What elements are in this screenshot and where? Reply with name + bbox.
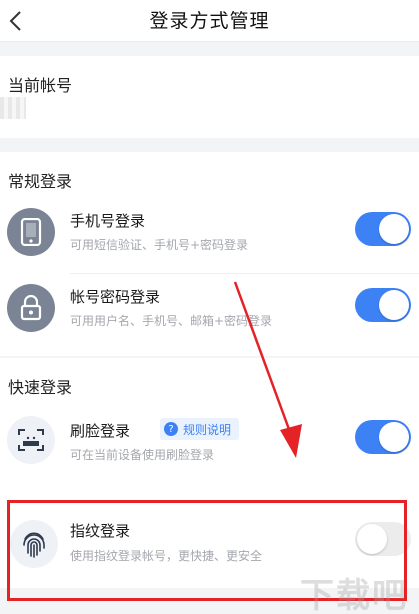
list-item-phone-login: 手机号登录 可用短信验证、手机号+密码登录 [0,190,419,274]
navigation-bar: 登录方式管理 [0,0,419,42]
password-login-description: 可用用户名、手机号、邮箱+密码登录 [70,314,273,328]
fingerprint-login-title: 指纹登录 [70,522,131,540]
rules-info-badge[interactable]: ? 规则说明 [160,418,240,440]
rules-info-label: 规则说明 [183,422,232,437]
fingerprint-login-toggle[interactable] [355,522,411,556]
account-section: 当前帐号 [0,56,419,138]
phone-icon [7,208,55,256]
list-item-password-login: 帐号密码登录 可用用户名、手机号、邮箱+密码登录 [0,272,419,356]
quick-login-title: 快速登录 [8,378,73,397]
face-login-title: 刷脸登录 [70,422,131,440]
password-login-title: 帐号密码登录 [70,288,161,306]
toggle-knob [357,524,387,554]
question-icon: ? [164,422,178,436]
face-login-description: 可在当前设备使用刷脸登录 [70,448,215,462]
fingerprint-icon [10,520,58,568]
toggle-knob [379,422,409,452]
face-login-toggle[interactable] [355,420,411,454]
toggle-knob [379,290,409,320]
account-value-blurred [0,97,26,119]
lock-icon [7,284,55,332]
toggle-knob [379,214,409,244]
fingerprint-login-description: 使用指纹登录帐号，更快捷、更安全 [70,549,263,563]
watermark-logo: 下载吧 [300,576,408,614]
regular-login-title: 常规登录 [8,172,73,191]
list-item-face-login: 刷脸登录 可在当前设备使用刷脸登录 [0,400,419,484]
phone-login-title: 手机号登录 [70,212,146,230]
phone-login-description: 可用短信验证、手机号+密码登录 [70,238,249,252]
face-scan-icon [7,416,55,464]
password-login-toggle[interactable] [355,288,411,322]
page-title: 登录方式管理 [149,10,270,32]
phone-login-toggle[interactable] [355,212,411,246]
account-section-title: 当前帐号 [8,76,73,95]
